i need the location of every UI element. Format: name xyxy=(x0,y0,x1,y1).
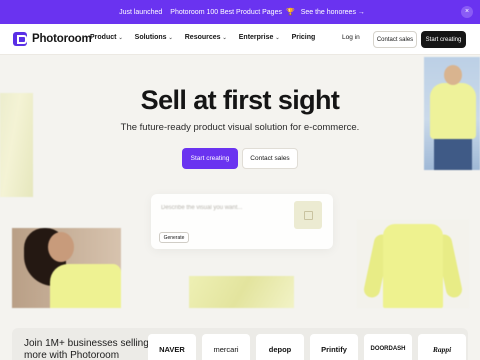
model-jeans xyxy=(434,139,472,170)
menu-label: Enterprise xyxy=(238,34,274,41)
start-creating-nav-button[interactable]: Start creating xyxy=(421,31,466,48)
prompt-placeholder[interactable]: Describe the visual you want... xyxy=(161,204,291,212)
banner-honorees-link[interactable]: See the honorees → xyxy=(301,9,365,16)
model-head xyxy=(444,65,462,85)
menu-item-resources[interactable]: Resources ⌄ xyxy=(185,34,227,41)
logos-tagline-line1: Join 1M+ businesses selling xyxy=(24,338,149,349)
menu-item-enterprise[interactable]: Enterprise ⌄ xyxy=(239,34,280,41)
menu-item-pricing[interactable]: Pricing xyxy=(292,34,316,41)
banner-headline: Photoroom 100 Best Product Pages xyxy=(170,8,282,16)
chevron-down-icon: ⌄ xyxy=(168,34,173,41)
portrait-shirt xyxy=(50,264,121,308)
logos-tagline: Join 1M+ businesses selling more with Ph… xyxy=(24,338,149,360)
chevron-down-icon: ⌄ xyxy=(118,34,123,41)
menu-label: Product xyxy=(90,34,117,41)
announcement-banner[interactable]: Just launched Photoroom 100 Best Product… xyxy=(0,0,480,24)
logo-depop: depop xyxy=(256,334,304,360)
banner-just-launched: Just launched xyxy=(119,8,163,16)
logo-rappi: Rappi xyxy=(418,334,466,360)
hero-subtitle: The future-ready product visual solution… xyxy=(120,122,360,133)
menu-item-solutions[interactable]: Solutions ⌄ xyxy=(135,34,173,41)
menu-label: Solutions xyxy=(134,34,167,41)
trophy-icon: 🏆 xyxy=(285,9,295,16)
portrait-face xyxy=(48,232,74,262)
main-menu: Product ⌄ Solutions ⌄ Resources ⌄ Enterp… xyxy=(90,34,327,41)
logo-mercari: mercari xyxy=(202,334,250,360)
brand-name: Photoroom xyxy=(32,33,92,45)
menu-label: Resources xyxy=(184,34,221,41)
contact-sales-button[interactable]: Contact sales xyxy=(242,148,298,169)
brand-logo[interactable]: Photoroom xyxy=(13,32,92,46)
logos-tagline-line2: more with Photoroom xyxy=(24,350,120,360)
contact-sales-nav-button[interactable]: Contact sales xyxy=(373,31,417,48)
menu-item-product[interactable]: Product ⌄ xyxy=(90,34,123,41)
menu-label: Pricing xyxy=(291,34,316,41)
hero-title: Sell at first sight xyxy=(140,85,340,115)
prompt-card: Describe the visual you want... Generate xyxy=(151,194,333,249)
woman-portrait-image xyxy=(12,228,121,308)
close-icon[interactable]: × xyxy=(461,6,473,18)
chevron-down-icon: ⌄ xyxy=(275,34,280,41)
logo-naver: NAVER xyxy=(148,334,196,360)
fabric-closeup-image xyxy=(189,276,294,308)
image-icon xyxy=(303,210,313,220)
shirt-body xyxy=(383,224,443,308)
chevron-down-icon: ⌄ xyxy=(222,34,227,41)
logo-doordash: DOORDASH xyxy=(364,334,412,360)
start-creating-button[interactable]: Start creating xyxy=(182,148,238,169)
logo-printify: Printify xyxy=(310,334,358,360)
image-thumbnail xyxy=(294,201,322,229)
shirt-product-image xyxy=(357,220,469,308)
photoroom-logo-icon xyxy=(13,32,27,46)
login-link[interactable]: Log in xyxy=(342,34,360,41)
customer-logos-bar: Join 1M+ businesses selling more with Ph… xyxy=(12,328,468,360)
generate-button[interactable]: Generate xyxy=(159,232,189,243)
